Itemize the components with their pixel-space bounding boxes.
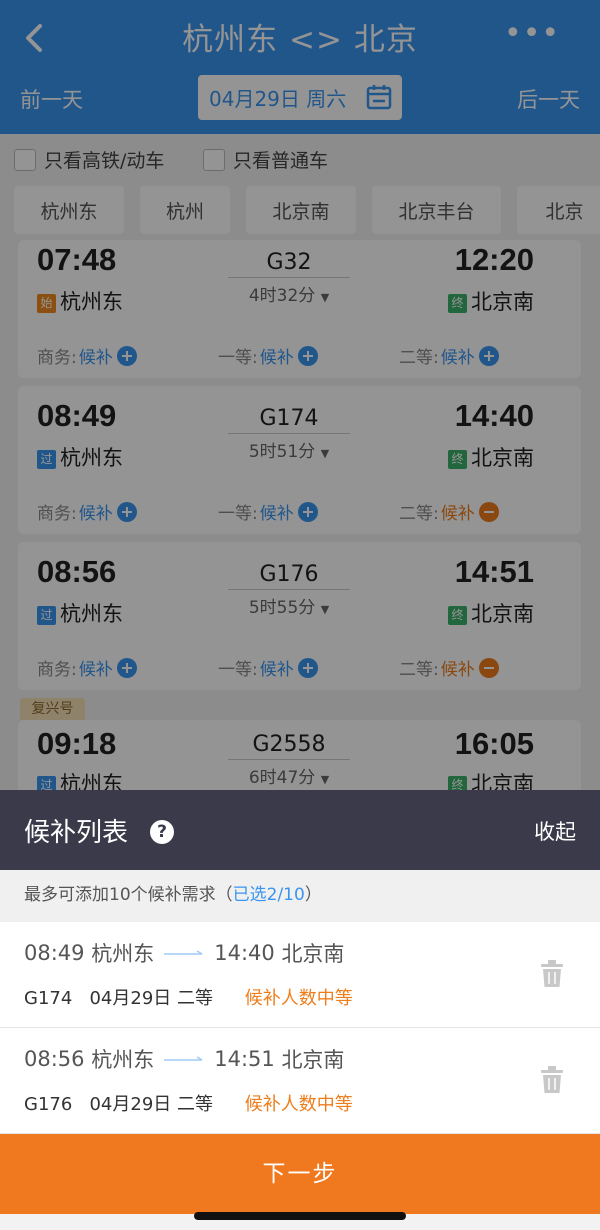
waitlist-status: 候补人数中等 xyxy=(244,1094,353,1115)
waitlist-item: 08:56 杭州东 14:51 北京南 G176 04月29日 二等 候补人数中… xyxy=(0,1028,600,1134)
help-icon[interactable]: ? xyxy=(150,820,174,844)
route: 08:56 杭州东 14:51 北京南 xyxy=(24,1044,344,1074)
from-station: 杭州东 xyxy=(91,942,155,966)
arrive-time: 14:51 xyxy=(214,1047,275,1071)
selected-count: 已选2/10 xyxy=(232,885,305,905)
depart-time: 08:49 xyxy=(24,941,85,965)
waitlist-item: 08:49 杭州东 14:40 北京南 G174 04月29日 二等 候补人数中… xyxy=(0,922,600,1028)
note-suffix: ） xyxy=(304,885,322,905)
waitlist-status: 候补人数中等 xyxy=(244,988,353,1009)
modal-overlay[interactable] xyxy=(0,0,600,790)
details: G176 04月29日 二等 候补人数中等 xyxy=(24,1090,353,1116)
sheet-title: 候补列表 xyxy=(24,818,129,848)
train-number: G174 xyxy=(24,988,73,1009)
trash-icon[interactable] xyxy=(540,1066,564,1094)
route: 08:49 杭州东 14:40 北京南 xyxy=(24,938,344,968)
waitlist-note: 最多可添加10个候补需求（已选2/10） xyxy=(0,870,600,922)
note-prefix: 最多可添加10个候补需求（ xyxy=(24,885,233,905)
depart-time: 08:56 xyxy=(24,1047,85,1071)
arrive-time: 14:40 xyxy=(214,941,275,965)
arrow-right-icon xyxy=(164,950,203,955)
next-step-button[interactable]: 下一步 xyxy=(0,1134,600,1214)
trash-icon[interactable] xyxy=(540,960,564,988)
train-number: G176 xyxy=(24,1094,73,1115)
to-station: 北京南 xyxy=(281,942,345,966)
details: G174 04月29日 二等 候补人数中等 xyxy=(24,984,353,1010)
travel-date: 04月29日 xyxy=(89,1094,172,1115)
seat-class: 二等 xyxy=(177,1094,214,1115)
home-indicator xyxy=(194,1212,406,1220)
to-station: 北京南 xyxy=(281,1048,345,1072)
seat-class: 二等 xyxy=(177,988,214,1009)
from-station: 杭州东 xyxy=(91,1048,155,1072)
collapse-button[interactable]: 收起 xyxy=(534,816,576,846)
waitlist-sheet-header: 候补列表 ? 收起 xyxy=(0,790,600,870)
arrow-right-icon xyxy=(164,1056,203,1061)
travel-date: 04月29日 xyxy=(89,988,172,1009)
